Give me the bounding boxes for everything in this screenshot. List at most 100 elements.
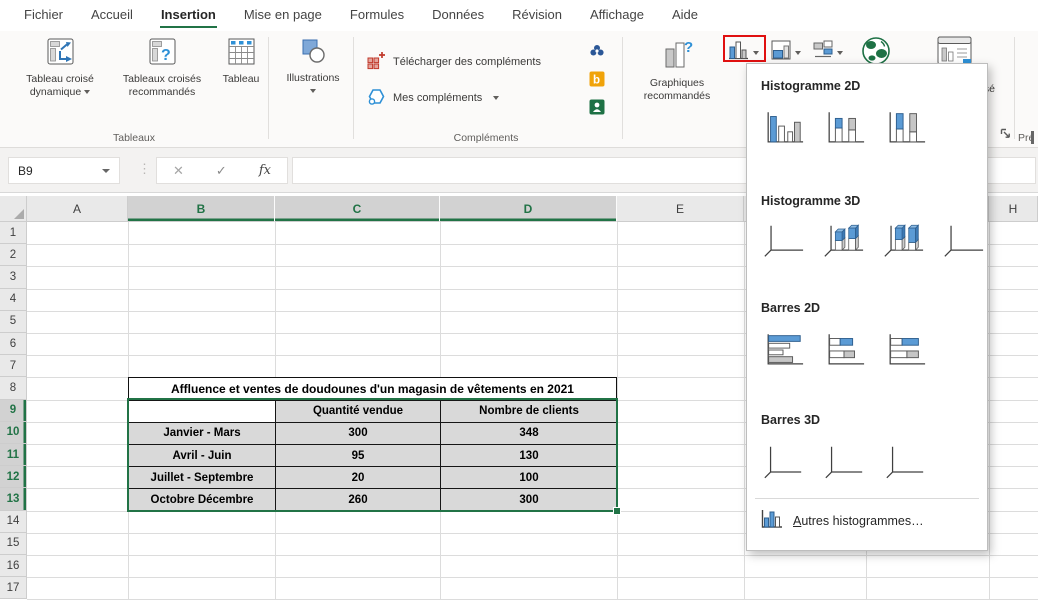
chart-type-bar3d-clustered-icon[interactable]: undefinedundefined [759,441,807,483]
column-header-H[interactable]: H [989,196,1038,222]
tab-formules[interactable]: Formules [336,1,418,31]
name-box-dropdown-icon[interactable] [102,169,110,173]
row-header-16[interactable]: 16 [0,555,27,577]
download-addins-label: Télécharger des compléments [393,56,541,68]
cell-C12[interactable]: 20 [275,466,441,489]
insert-table-button[interactable]: Tableau [216,38,266,86]
people-graph-addin-icon[interactable] [589,43,605,59]
cell-B13[interactable]: Octobre Décembre [128,488,276,511]
row-header-15[interactable]: 15 [0,533,27,555]
chart-type-col3d-icon[interactable]: undefinedundefinedundefined [940,220,987,262]
tab-insertion[interactable]: Insertion [147,1,230,31]
column-header-B[interactable]: B [128,196,275,222]
cancel-entry-icon[interactable]: ✕ [173,163,184,179]
cell-D11[interactable]: 130 [440,444,618,467]
cell-D12[interactable]: 100 [440,466,618,489]
row-header-13[interactable]: 13 [0,488,27,510]
chart-type-col3d-100-icon[interactable] [880,220,927,262]
bing-maps-addin-icon[interactable]: b [589,71,605,87]
row-header-2[interactable]: 2 [0,244,27,266]
selection-fill-handle[interactable] [613,507,621,515]
tab-mise-en-page[interactable]: Mise en page [230,1,336,31]
cell-B12[interactable]: Juillet - Septembre [128,466,276,489]
chart-type-bar3d-stacked-icon[interactable]: undefinedundefinedundefinedundefined [820,441,868,483]
table-title-cell[interactable]: Affluence et ventes de doudounes d'un ma… [128,377,617,400]
row-header-12[interactable]: 12 [0,466,27,488]
chart-menu-icon-row: undefinedundefinedundefinedundefinedunde… [759,441,987,483]
row-header-4[interactable]: 4 [0,289,27,311]
tab-accueil[interactable]: Accueil [77,1,147,31]
row-header-3[interactable]: 3 [0,266,27,288]
row-header-8[interactable]: 8 [0,377,27,399]
pivot-table-label: Tableau croisé dynamique [26,73,94,98]
row-header-14[interactable]: 14 [0,511,27,533]
cell-D10[interactable]: 348 [440,422,618,445]
cell-C10[interactable]: 300 [275,422,441,445]
chart-menu-section-title: Histogramme 2D [761,79,987,93]
insert-column-chart-button[interactable] [728,40,759,65]
cell-B10[interactable]: Janvier - Mars [128,422,276,445]
illustrations-button[interactable]: Illustrations [274,38,352,93]
tab-données[interactable]: Données [418,1,498,31]
insert-combo-chart-button[interactable] [771,40,801,65]
chart-type-col3d-stacked-icon[interactable] [819,220,866,262]
chart-type-col3d-clustered-icon[interactable]: undefinedundefinedundefined [759,220,806,262]
chart-type-col-clustered-icon[interactable] [759,107,807,149]
tab-affichage[interactable]: Affichage [576,1,658,31]
gridline [744,222,745,600]
chart-type-bar-100-icon[interactable] [881,329,929,371]
menu-divider [755,498,979,499]
chart-type-col-stacked-icon[interactable] [820,107,868,149]
my-addins-button[interactable]: Mes compléments [367,87,499,109]
table-icon [228,38,255,69]
row-header-9[interactable]: 9 [0,400,27,422]
row-header-5[interactable]: 5 [0,311,27,333]
chart-menu-section-title: Barres 3D [761,413,987,427]
column-header-A[interactable]: A [27,196,128,222]
row-header-10[interactable]: 10 [0,422,27,444]
select-all-corner[interactable] [0,196,27,222]
people-addin-icon[interactable] [589,99,605,115]
select-all-triangle-icon [14,209,24,219]
cell-C11[interactable]: 95 [275,444,441,467]
gridline [27,555,1038,556]
gridline [27,577,1038,578]
name-box[interactable]: B9 [8,157,120,184]
chart-type-bar3d-100-icon[interactable]: undefinedundefinedundefinedundefined [881,441,929,483]
illustrations-label: Illustrations [286,72,339,85]
tab-révision[interactable]: Révision [498,1,576,31]
column-header-D[interactable]: D [440,196,617,222]
chevron-down-icon [795,51,801,55]
insert-hierarchy-chart-button[interactable] [813,40,843,65]
more-histograms-item[interactable]: Autres histogrammes… [761,509,987,532]
group-separator [622,37,623,139]
insert-function-icon[interactable]: fx [259,163,271,178]
chart-menu-icon-row [759,107,987,149]
row-header-7[interactable]: 7 [0,355,27,377]
charts-dialog-launcher[interactable] [1000,128,1011,139]
cell-C9[interactable]: Quantité vendue [275,400,441,423]
cell-D13[interactable]: 300 [440,488,618,511]
cell-D9[interactable]: Nombre de clients [440,400,618,423]
chart-type-col-100-icon[interactable] [881,107,929,149]
column-header-C[interactable]: C [275,196,440,222]
chevron-down-icon [753,51,759,55]
column-header-E[interactable]: E [617,196,744,222]
recommended-charts-button[interactable]: ? Graphiques recommandés [630,38,724,103]
cell-B11[interactable]: Avril - Juin [128,444,276,467]
cell-C13[interactable]: 260 [275,488,441,511]
tab-aide[interactable]: Aide [658,1,712,31]
recommended-pivots-button[interactable]: ? Tableaux croisés recommandés [112,38,212,99]
chart-type-bar-stacked-icon[interactable] [820,329,868,371]
cell-B9[interactable] [128,400,276,423]
confirm-entry-icon[interactable]: ✓ [216,163,227,179]
row-header-6[interactable]: 6 [0,333,27,355]
recommended-charts-label: Graphiques recommandés [630,77,724,103]
tab-fichier[interactable]: Fichier [10,1,77,31]
chart-type-bar-clustered-icon[interactable] [759,329,807,371]
download-addins-button[interactable]: Télécharger des compléments [367,51,541,73]
pivot-table-button[interactable]: Tableau croisé dynamique [12,38,108,99]
row-header-11[interactable]: 11 [0,444,27,466]
row-header-1[interactable]: 1 [0,222,27,244]
row-header-17[interactable]: 17 [0,577,27,599]
